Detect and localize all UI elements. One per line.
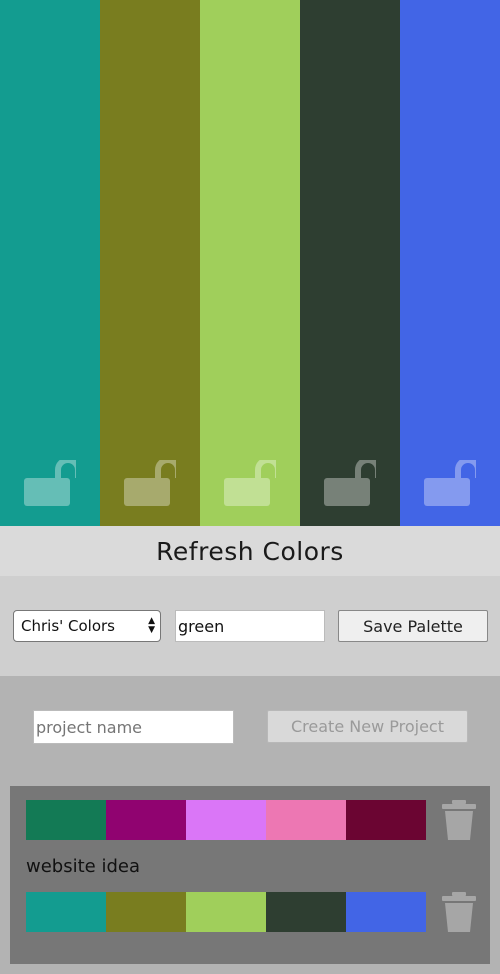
project-section: Create New Project website idea [0,676,500,974]
refresh-colors-label: Refresh Colors [156,536,344,566]
saved-palettes-panel: website idea [10,786,490,964]
saved-swatch [186,892,266,932]
saved-palette-strip[interactable] [26,800,426,840]
color-swatch-1[interactable] [0,0,100,526]
unlocked-padlock-icon[interactable] [324,460,376,506]
saved-swatch [26,892,106,932]
unlocked-padlock-icon[interactable] [124,460,176,506]
saved-swatch [26,800,106,840]
project-select[interactable]: Chris' Colors ▲ ▼ [13,610,161,642]
create-new-project-button[interactable]: Create New Project [267,710,468,743]
saved-swatch [106,800,186,840]
project-name-input[interactable] [33,710,234,744]
saved-swatch [266,800,346,840]
trash-icon[interactable] [442,800,476,840]
color-swatch-3[interactable] [200,0,300,526]
color-swatch-2[interactable] [100,0,200,526]
save-palette-form: Chris' Colors ▲▼ Save Palette [0,576,500,676]
create-new-project-label: Create New Project [291,717,444,736]
saved-swatch [266,892,346,932]
palette-name-input[interactable] [175,610,325,642]
project-select-value: Chris' Colors [21,617,115,635]
unlocked-padlock-icon[interactable] [24,460,76,506]
main-palette [0,0,500,526]
unlocked-padlock-icon[interactable] [224,460,276,506]
project-name-label: website idea [26,856,140,877]
saved-swatch [186,800,266,840]
saved-swatch [346,800,426,840]
color-swatch-5[interactable] [400,0,500,526]
saved-palette-strip[interactable] [26,892,426,932]
save-palette-label: Save Palette [363,616,463,636]
select-arrows-icon: ▲ ▼ [148,616,155,635]
saved-swatch [346,892,426,932]
color-swatch-4[interactable] [300,0,400,526]
saved-swatch [106,892,186,932]
trash-icon[interactable] [442,892,476,932]
unlocked-padlock-icon[interactable] [424,460,476,506]
refresh-colors-button[interactable]: Refresh Colors [0,526,500,576]
save-palette-button[interactable]: Save Palette [338,610,488,642]
